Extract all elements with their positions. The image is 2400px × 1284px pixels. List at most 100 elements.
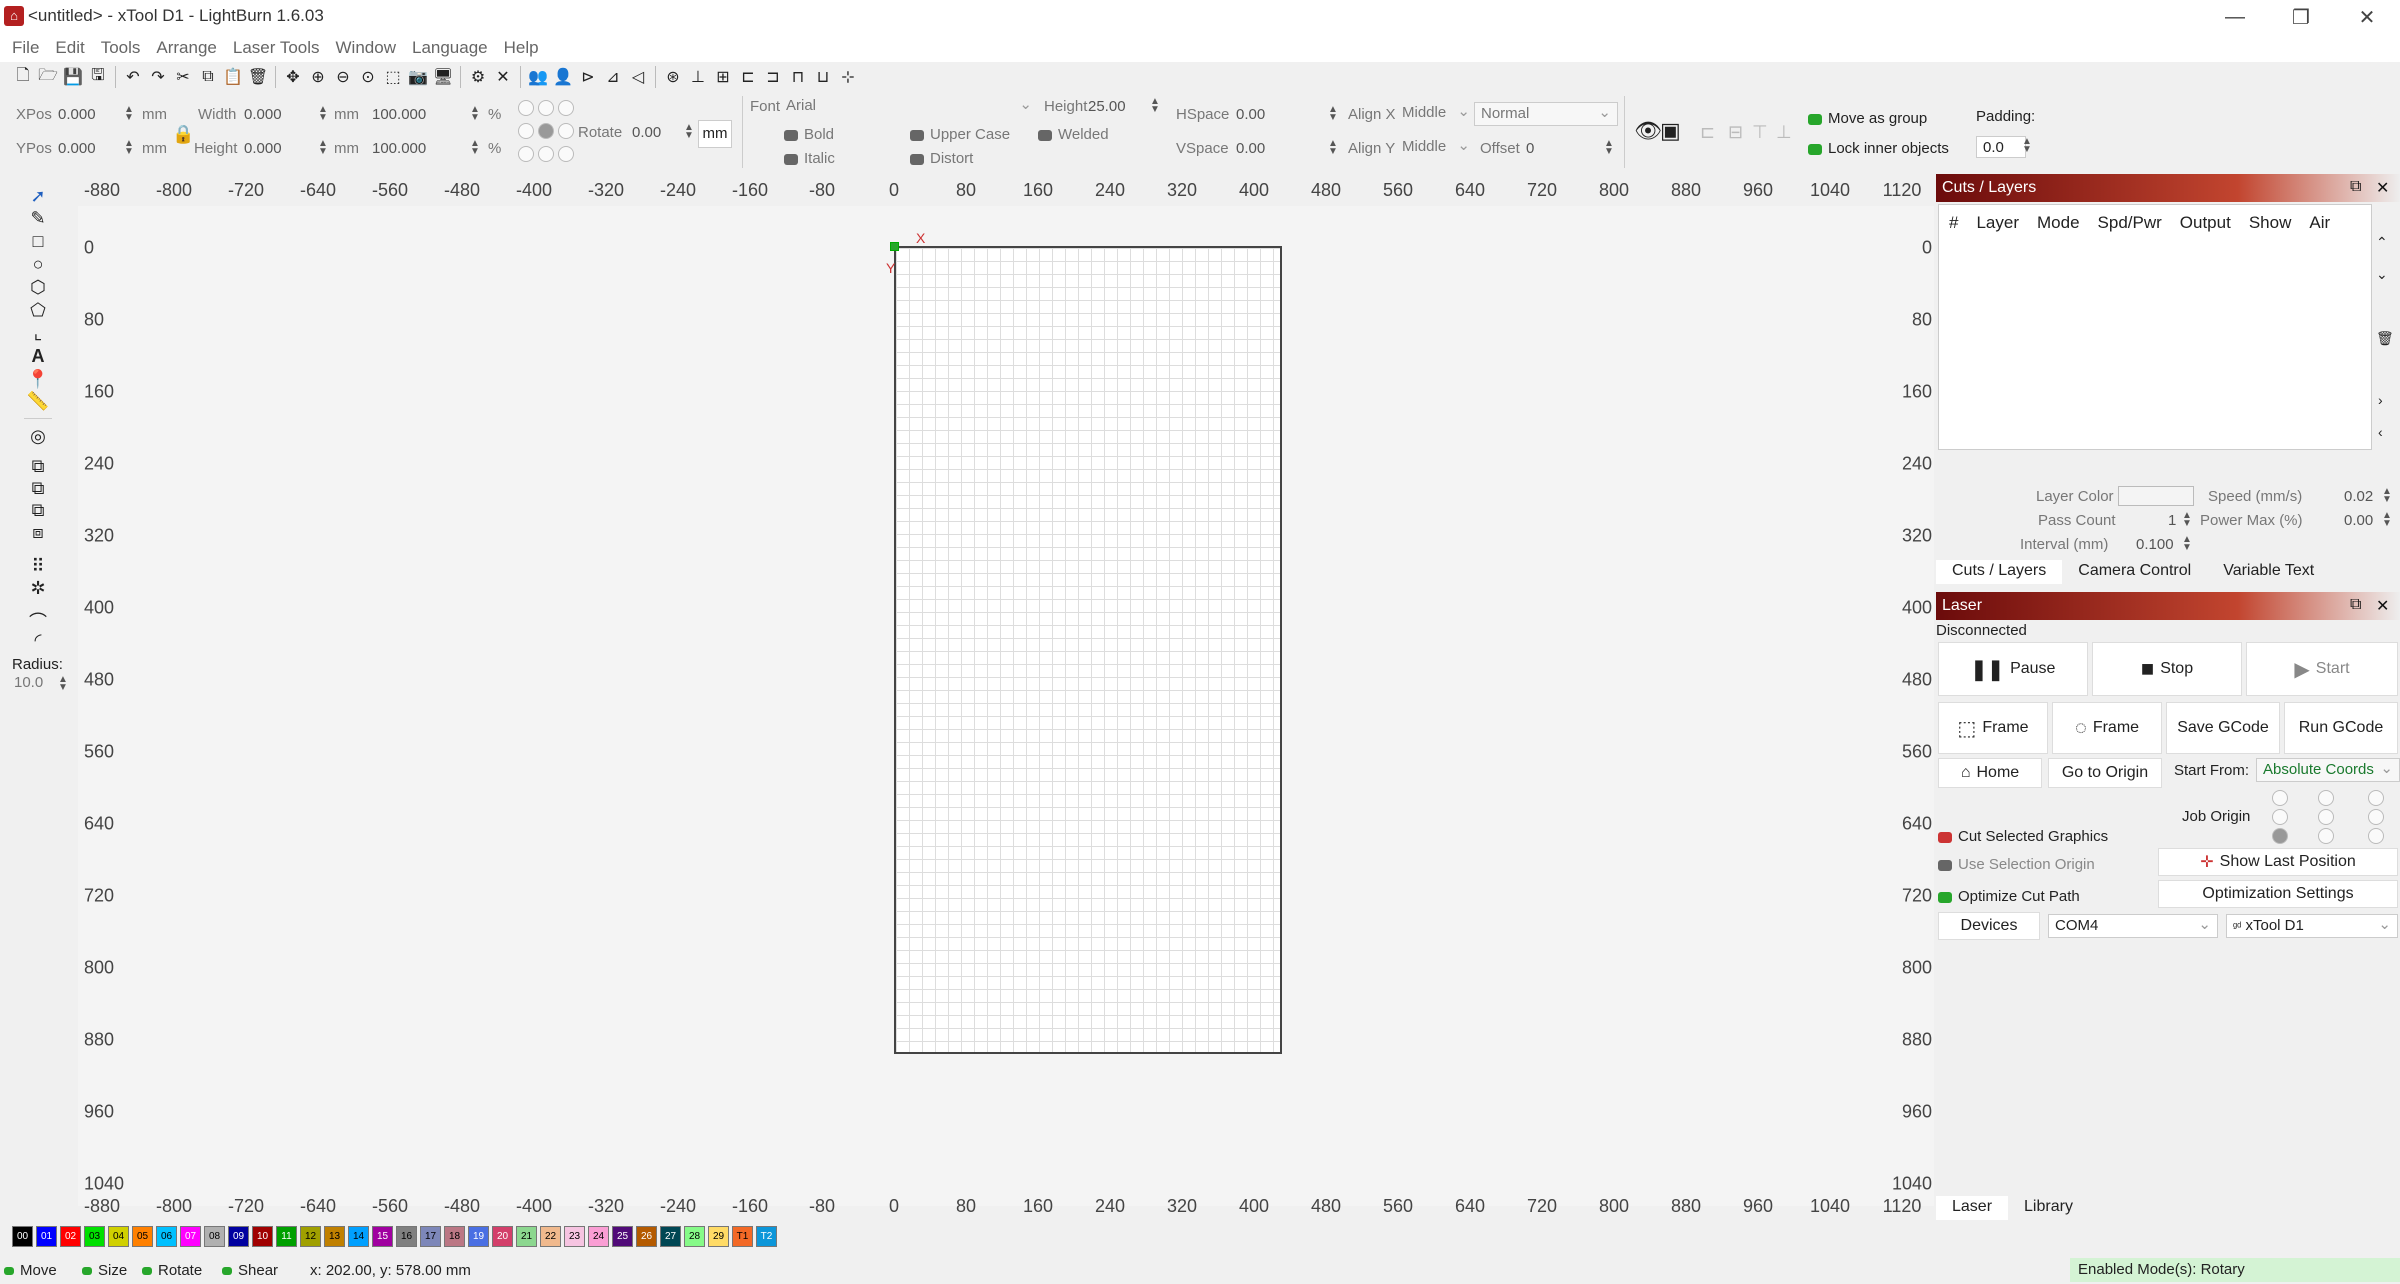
menu-window[interactable]: Window — [328, 38, 404, 58]
select-tool-icon[interactable]: ➚ — [24, 186, 52, 208]
new-file-icon[interactable]: 🗋 — [12, 66, 34, 88]
device-select[interactable]: ᵍᵈ xTool D1 — [2226, 914, 2398, 938]
flip-vertical-icon[interactable]: ⊿ — [602, 66, 624, 88]
palette-swatch[interactable]: 05 — [132, 1226, 153, 1247]
align-right-icon[interactable]: ⊐ — [762, 66, 784, 88]
palette-swatch[interactable]: 07 — [180, 1226, 201, 1247]
palette-swatch[interactable]: 06 — [156, 1226, 177, 1247]
paste-icon[interactable]: 📋 — [222, 66, 244, 88]
palette-swatch[interactable]: 13 — [324, 1226, 345, 1247]
flip-horizontal-icon[interactable]: ⊳ — [577, 66, 599, 88]
stop-button[interactable]: ■ Stop — [2092, 642, 2242, 696]
run-gcode-button[interactable]: Run GCode — [2284, 702, 2398, 754]
col-show[interactable]: Show — [2249, 213, 2292, 233]
palette-swatch[interactable]: 09 — [228, 1226, 249, 1247]
offset-tool-icon[interactable]: ◎ — [24, 426, 52, 448]
status-rotate-toggle[interactable]: Rotate — [142, 1262, 202, 1279]
pass-count-field[interactable]: 1 — [2168, 512, 2176, 529]
save-as-icon[interactable]: 🖫 — [87, 66, 109, 88]
palette-swatch[interactable]: 15 — [372, 1226, 393, 1247]
status-move-toggle[interactable]: Move — [4, 1262, 57, 1279]
job-origin-grid[interactable] — [2268, 790, 2398, 846]
zoom-fit-icon[interactable]: ⊙ — [357, 66, 379, 88]
save-icon[interactable]: 💾 — [62, 66, 84, 88]
close-panel-icon[interactable]: ✕ — [2376, 596, 2389, 616]
palette-swatch[interactable]: 23 — [564, 1226, 585, 1247]
settings-icon[interactable]: ⚙ — [467, 66, 489, 88]
vspace-field[interactable]: 0.00 — [1236, 140, 1265, 157]
boolean-union-icon[interactable]: ⧉ — [24, 456, 52, 478]
palette-swatch[interactable]: 08 — [204, 1226, 225, 1247]
pass-count-spinner[interactable]: ▲ ▼ — [2182, 511, 2192, 529]
padding-field[interactable]: 0.0 — [1976, 136, 2026, 158]
palette-swatch[interactable]: 24 — [588, 1226, 609, 1247]
fillet-icon[interactable]: ⌒ — [24, 608, 52, 632]
scale-width-field[interactable]: 100.000 — [372, 106, 426, 123]
hspace-spinner[interactable]: ▲ ▼ — [1328, 105, 1338, 123]
circular-array-icon[interactable]: ✲ — [24, 578, 52, 600]
weld-icon[interactable]: ⧈ — [24, 522, 52, 544]
align-x-select[interactable]: Middle — [1396, 102, 1476, 126]
ungroup-icon[interactable]: 👤 — [552, 66, 574, 88]
maximize-button[interactable]: ❐ — [2268, 2, 2334, 32]
group-icon[interactable]: 👥 — [527, 66, 549, 88]
scale-height-spinner[interactable]: ▲ ▼ — [470, 139, 480, 157]
tab-laser[interactable]: Laser — [1936, 1196, 2009, 1220]
open-file-icon[interactable]: 🗁 — [37, 66, 59, 88]
status-size-toggle[interactable]: Size — [82, 1262, 127, 1279]
move-layer-down-icon[interactable]: ⌄ — [2376, 266, 2388, 283]
units-toggle-button[interactable]: mm — [698, 120, 732, 148]
palette-swatch[interactable]: 25 — [612, 1226, 633, 1247]
palette-swatch[interactable]: 22 — [540, 1226, 561, 1247]
layer-color-swatch[interactable] — [2118, 486, 2194, 506]
optimization-settings-button[interactable]: Optimization Settings — [2158, 880, 2398, 908]
upper-case-checkbox[interactable]: Upper Case — [910, 126, 1010, 143]
float-panel-icon[interactable]: ⧉ — [2350, 596, 2361, 614]
close-panel-icon[interactable]: ✕ — [2376, 178, 2389, 198]
menu-help[interactable]: Help — [496, 38, 547, 58]
power-max-field[interactable]: 0.00 — [2344, 512, 2373, 529]
palette-swatch[interactable]: 16 — [396, 1226, 417, 1247]
pause-button[interactable]: ❚❚ Pause — [1938, 642, 2088, 696]
align-left-icon[interactable]: ⊏ — [737, 66, 759, 88]
frame-rect-button[interactable]: ⬚ Frame — [1938, 702, 2048, 754]
marker-tool-icon[interactable]: 📍 — [24, 369, 52, 391]
draw-lines-icon[interactable]: ⬠ — [24, 300, 52, 322]
tab-library[interactable]: Library — [2008, 1196, 2089, 1220]
rotate-spinner[interactable]: ▲ ▼ — [684, 123, 694, 141]
palette-swatch[interactable]: T2 — [756, 1226, 777, 1247]
tab-cuts-layers[interactable]: Cuts / Layers — [1936, 560, 2063, 584]
text-tool-icon[interactable]: A — [24, 346, 52, 368]
palette-swatch[interactable]: 01 — [36, 1226, 57, 1247]
zoom-out-icon[interactable]: ⊖ — [332, 66, 354, 88]
menu-file[interactable]: File — [4, 38, 47, 58]
menu-laser-tools[interactable]: Laser Tools — [225, 38, 328, 58]
go-to-origin-button[interactable]: Go to Origin — [2048, 758, 2162, 788]
col-output[interactable]: Output — [2180, 213, 2231, 233]
ypos-field[interactable]: 0.000 — [58, 140, 96, 157]
palette-swatch[interactable]: 29 — [708, 1226, 729, 1247]
chamfer-icon[interactable]: ◜ — [24, 630, 52, 652]
edit-nodes-icon[interactable]: ✎ — [24, 208, 52, 230]
scale-height-field[interactable]: 100.000 — [372, 140, 426, 157]
palette-swatch[interactable]: 20 — [492, 1226, 513, 1247]
machine-settings-icon[interactable]: ✕ — [492, 66, 514, 88]
offset-spinner[interactable]: ▲ ▼ — [1604, 139, 1614, 157]
palette-swatch[interactable]: T1 — [732, 1226, 753, 1247]
cut-selected-toggle[interactable]: Cut Selected Graphics — [1938, 828, 2108, 845]
laser-preview-icon[interactable]: ▣ — [1660, 118, 1681, 144]
palette-swatch[interactable]: 21 — [516, 1226, 537, 1247]
col-layer[interactable]: Layer — [1976, 213, 2019, 233]
copy-icon[interactable]: ⧉ — [197, 66, 219, 88]
home-button[interactable]: ⌂ Home — [1938, 758, 2042, 788]
palette-swatch[interactable]: 18 — [444, 1226, 465, 1247]
boolean-subtract-icon[interactable]: ⧉ — [24, 478, 52, 500]
palette-swatch[interactable]: 27 — [660, 1226, 681, 1247]
frame-rubberband-button[interactable]: ◌ Frame — [2052, 702, 2162, 754]
palette-swatch[interactable]: 02 — [60, 1226, 81, 1247]
move-layer-up-icon[interactable]: ⌃ — [2376, 234, 2388, 251]
palette-swatch[interactable]: 17 — [420, 1226, 441, 1247]
move-as-group-toggle[interactable]: Move as group — [1808, 110, 1927, 127]
lock-inner-toggle[interactable]: Lock inner objects — [1808, 140, 1949, 157]
ellipse-tool-icon[interactable]: ○ — [24, 254, 52, 276]
